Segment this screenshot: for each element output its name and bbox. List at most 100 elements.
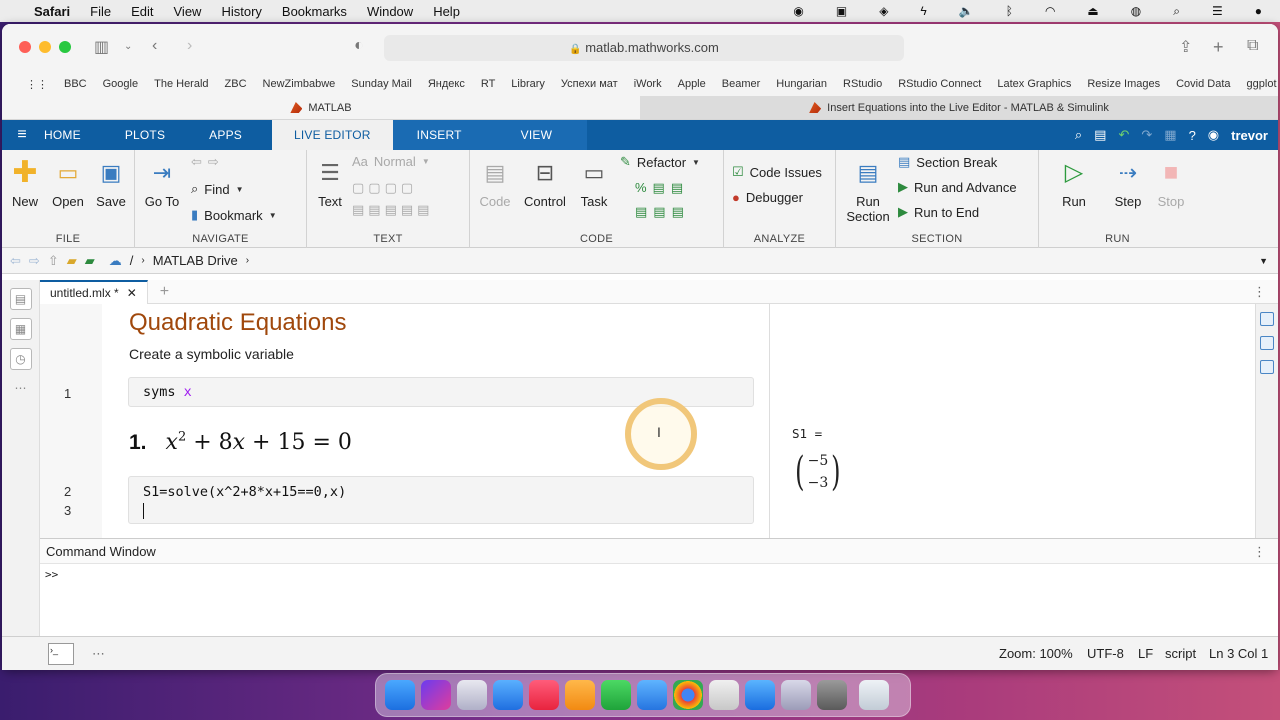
eject-icon[interactable]: ⏏ (1077, 4, 1108, 18)
add-tab-icon[interactable]: + (148, 283, 169, 301)
menu-window[interactable]: Window (357, 4, 423, 19)
history-icon[interactable]: ◷ (9, 348, 32, 370)
favorite-item[interactable]: The Herald (146, 78, 216, 90)
code-button[interactable]: ▤ Code (472, 156, 518, 209)
favorite-item[interactable]: BBC (56, 78, 95, 90)
back-arrow-icon[interactable]: ⇦ (191, 154, 202, 170)
sidebar-icon[interactable]: ▥ (94, 37, 109, 57)
close-icon[interactable]: ✕ (127, 286, 137, 300)
run-section-button[interactable]: ▤ Run Section (844, 156, 892, 224)
chrome-icon[interactable] (673, 680, 703, 710)
command-history-icon[interactable]: ›_ (48, 643, 74, 665)
browser-tab-matlab[interactable]: MATLAB (2, 96, 640, 119)
numbers-icon[interactable] (601, 680, 631, 710)
chevron-down-icon[interactable]: ⌄ (124, 41, 132, 52)
favorite-item[interactable]: iWork (626, 78, 670, 90)
finder-icon[interactable] (385, 680, 415, 710)
path-root[interactable]: / (126, 253, 138, 268)
align-buttons[interactable]: ▤▤▤▤▤ (352, 202, 433, 218)
menu-file[interactable]: File (80, 4, 121, 19)
workspace-icon[interactable]: ▦ (9, 318, 32, 340)
run-advance-button[interactable]: ▶ Run and Advance (898, 179, 1017, 195)
redo-icon[interactable]: ↷ (1141, 127, 1152, 143)
code-issues-button[interactable]: ☑ Code Issues (732, 164, 822, 180)
goto-button[interactable]: ⇥ Go To (139, 156, 185, 209)
section-title[interactable]: Quadratic Equations (129, 309, 346, 337)
run-to-end-button[interactable]: ▶ Run to End (898, 204, 979, 220)
menu-history[interactable]: History (211, 4, 271, 19)
favorite-item[interactable]: NewZimbabwe (255, 78, 344, 90)
browser-tab-docs[interactable]: Insert Equations into the Live Editor - … (640, 96, 1278, 119)
back-folder-icon[interactable]: ⇦ (2, 253, 25, 269)
sync-icon[interactable]: ◉ (783, 4, 813, 18)
favorite-item[interactable]: Google (95, 78, 146, 90)
undo-icon[interactable]: ↶ (1118, 127, 1129, 143)
command-options-icon[interactable]: ⋮ (1253, 539, 1266, 565)
favorite-item[interactable]: Успехи мат (553, 78, 626, 90)
shield-icon[interactable]: ◈ (869, 4, 898, 18)
user-name[interactable]: trevor (1231, 128, 1268, 143)
up-folder-icon[interactable]: ⇧ (44, 253, 63, 269)
photo-app-icon[interactable] (781, 680, 811, 710)
bluetooth-icon[interactable]: ᛒ (996, 4, 1023, 18)
search-icon[interactable]: ⌕ (1075, 127, 1082, 143)
menu-app-name[interactable]: Safari (24, 4, 80, 19)
find-folder-icon[interactable]: ▰ (81, 253, 99, 269)
siri-icon[interactable]: ● (1245, 4, 1272, 18)
user-icon[interactable]: ◍ (1121, 4, 1151, 18)
status-more-icon[interactable]: ⋯ (92, 646, 105, 662)
hamburger-menu-icon[interactable]: ≡ (2, 120, 42, 150)
code-tools-row2[interactable]: ▤▤▤ (635, 204, 690, 220)
stop-button[interactable]: ■ Stop (1148, 156, 1194, 209)
favorite-item[interactable]: Apple (670, 78, 714, 90)
favorite-item[interactable]: RStudio (835, 78, 890, 90)
control-center-icon[interactable]: ☰ (1202, 4, 1233, 18)
keynote-icon[interactable] (637, 680, 667, 710)
code-tools-row1[interactable]: %▤▤ (635, 180, 689, 196)
privacy-shield-icon[interactable]: ◐ (354, 37, 364, 55)
favorite-item[interactable]: Яндекс (420, 78, 473, 90)
text-button[interactable]: ☰ Text (307, 156, 353, 209)
editor-file-tab[interactable]: untitled.mlx * ✕ (40, 279, 148, 304)
debugger-button[interactable]: ● Debugger (732, 190, 803, 205)
run-button[interactable]: ▷ Run (1051, 156, 1097, 209)
save-button[interactable]: ▣ Save (88, 156, 134, 209)
zoom-window-button[interactable] (59, 41, 71, 53)
menu-bookmarks[interactable]: Bookmarks (272, 4, 357, 19)
favorite-item[interactable]: Resize Images (1079, 78, 1168, 90)
layout-icon[interactable]: ▦ (1164, 127, 1176, 143)
wifi-icon[interactable]: ◠ (1035, 4, 1065, 18)
favorite-item[interactable]: Covid Data (1168, 78, 1238, 90)
task-button[interactable]: ▭ Task (571, 156, 617, 209)
menu-edit[interactable]: Edit (121, 4, 163, 19)
favorite-item[interactable]: Beamer (714, 78, 769, 90)
safari-icon[interactable] (745, 680, 775, 710)
minimize-window-button[interactable] (39, 41, 51, 53)
tab-overview-icon[interactable]: ⧉ (1247, 37, 1258, 55)
tab-home[interactable]: HOME (42, 120, 103, 150)
trash-icon[interactable] (859, 680, 889, 710)
hide-code-icon[interactable] (1260, 360, 1274, 374)
favorite-item[interactable]: RT (473, 78, 503, 90)
browse-folder-icon[interactable]: ▰ (63, 253, 81, 269)
tab-live-editor[interactable]: LIVE EDITOR (272, 120, 393, 150)
tab-view[interactable]: VIEW (485, 120, 588, 150)
favorite-item[interactable]: Sunday Mail (343, 78, 420, 90)
favorite-item[interactable]: RStudio Connect (890, 78, 989, 90)
bookmark-button[interactable]: ▮ Bookmark ▼ (191, 207, 277, 223)
bolt-icon[interactable]: ϟ (910, 4, 936, 18)
text-line[interactable]: Create a symbolic variable (129, 346, 294, 362)
forward-arrow-icon[interactable]: ⇨ (208, 154, 219, 170)
more-icon[interactable]: ⋯ (10, 378, 32, 400)
tab-apps[interactable]: APPS (187, 120, 264, 150)
new-button[interactable]: ✚ New (2, 156, 48, 210)
screen-record-icon[interactable]: ▣ (826, 4, 857, 18)
menu-help[interactable]: Help (423, 4, 470, 19)
menu-view[interactable]: View (164, 4, 212, 19)
forward-icon[interactable]: › (187, 37, 192, 55)
siri-icon[interactable] (421, 680, 451, 710)
tab-plots[interactable]: PLOTS (103, 120, 187, 150)
favorite-item[interactable]: ggplot (1239, 78, 1278, 90)
new-tab-icon[interactable]: + (1213, 37, 1224, 58)
preview-icon[interactable] (709, 680, 739, 710)
